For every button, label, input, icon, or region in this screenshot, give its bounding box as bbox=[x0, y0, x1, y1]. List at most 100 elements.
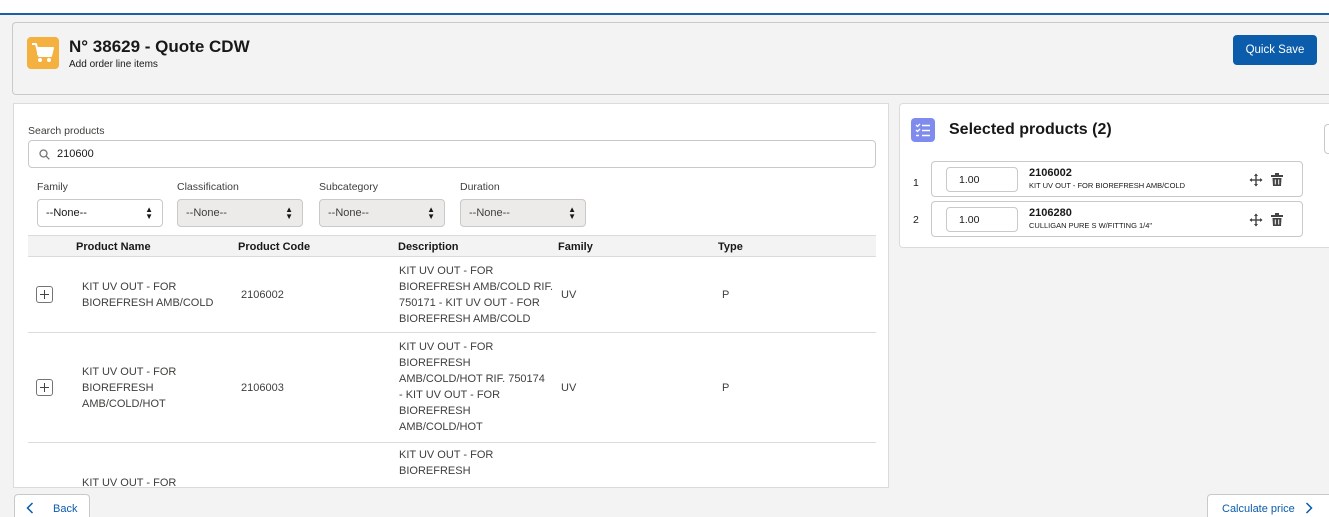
column-header[interactable]: Product Name bbox=[76, 241, 151, 253]
quantity-input[interactable]: 1.00 bbox=[946, 207, 1018, 232]
add-product-button[interactable] bbox=[36, 379, 53, 396]
top-bar bbox=[0, 0, 1329, 15]
shopping-cart-icon bbox=[27, 37, 59, 69]
chevron-left-icon bbox=[26, 502, 34, 514]
text-line: 750171 - KIT UV OUT - FOR bbox=[399, 297, 540, 309]
filter-label: Family bbox=[37, 181, 68, 193]
column-header[interactable]: Type bbox=[718, 241, 743, 253]
trash-icon[interactable] bbox=[1271, 213, 1283, 226]
add-product-button[interactable] bbox=[36, 286, 53, 303]
quantity-input[interactable]: 1.00 bbox=[946, 167, 1018, 192]
family-select[interactable]: --None-- ▲ ▼ bbox=[37, 199, 163, 227]
panel-collapse-handle[interactable] bbox=[1324, 124, 1329, 154]
column-header[interactable]: Product Code bbox=[238, 241, 310, 253]
text-line: KIT UV OUT - FOR bbox=[399, 265, 494, 277]
duration-select[interactable]: --None-- ▲ ▼ bbox=[460, 199, 586, 227]
products-table: Product Name Product Code Description Fa… bbox=[28, 235, 876, 488]
text-line: BIOREFRESH AMB/COLD bbox=[399, 313, 531, 325]
quantity-value: 1.00 bbox=[959, 214, 980, 226]
search-input[interactable]: 210600 bbox=[28, 140, 876, 168]
text-line: KIT UV OUT - FOR bbox=[82, 281, 177, 293]
table-header: Product Name Product Code Description Fa… bbox=[28, 235, 876, 257]
selected-product-code: 2106280 bbox=[1029, 207, 1072, 219]
product-type: P bbox=[722, 382, 730, 394]
text-line: BIOREFRESH AMB/COLD bbox=[82, 297, 214, 309]
filter-classification: Classification --None-- ▲ ▼ bbox=[177, 181, 303, 227]
chevron-right-icon bbox=[1305, 502, 1313, 514]
calculate-price-label: Calculate price bbox=[1222, 503, 1295, 515]
move-icon[interactable] bbox=[1249, 213, 1263, 227]
product-type: P bbox=[722, 289, 730, 301]
back-label: Back bbox=[53, 503, 78, 515]
trash-icon[interactable] bbox=[1271, 173, 1283, 186]
search-value: 210600 bbox=[57, 148, 94, 160]
filter-label: Subcategory bbox=[319, 181, 378, 193]
footer-bar: Back Calculate price bbox=[0, 488, 1329, 517]
line-number: 1 bbox=[913, 177, 919, 189]
filter-subcategory: Subcategory --None-- ▲ ▼ bbox=[319, 181, 445, 227]
select-value: --None-- bbox=[328, 207, 369, 219]
selected-product-description: CULLIGAN PURE S W/FITTING 1/4" bbox=[1029, 221, 1153, 230]
line-number: 2 bbox=[913, 214, 919, 226]
selected-product-item: 1.00 2106002 KIT UV OUT - FOR BIOREFRESH… bbox=[931, 161, 1303, 197]
text-line: BIOREFRESH bbox=[399, 465, 471, 477]
page-subtitle: Add order line items bbox=[69, 59, 158, 70]
selected-product-item: 1.00 2106280 CULLIGAN PURE S W/FITTING 1… bbox=[931, 201, 1303, 237]
text-line: BIOREFRESH bbox=[82, 382, 154, 394]
search-icon bbox=[39, 149, 50, 160]
product-family: UV bbox=[561, 289, 577, 301]
select-arrows-icon: ▲ ▼ bbox=[427, 205, 435, 221]
column-header[interactable]: Family bbox=[558, 241, 593, 253]
text-line: - KIT UV OUT - FOR bbox=[399, 389, 501, 401]
select-value: --None-- bbox=[469, 207, 510, 219]
product-family: UV bbox=[561, 382, 577, 394]
filter-label: Duration bbox=[460, 181, 500, 193]
product-description: KIT UV OUT - FOR BIOREFRESH AMB/COLD RIF… bbox=[399, 263, 553, 327]
selected-products-panel: Selected products (2) 1 1.00 2106002 KIT… bbox=[899, 103, 1329, 248]
quick-save-button[interactable]: Quick Save bbox=[1233, 35, 1317, 65]
text-line: KIT UV OUT - FOR bbox=[82, 366, 177, 378]
back-button[interactable]: Back bbox=[14, 494, 90, 517]
table-row: KIT UV OUT - FOR BIOREFRESH AMB/COLD/HOT… bbox=[28, 333, 876, 443]
filter-family: Family --None-- ▲ ▼ bbox=[37, 181, 163, 227]
text-line: KIT UV OUT - FOR bbox=[399, 341, 494, 353]
selected-product-code: 2106002 bbox=[1029, 167, 1072, 179]
text-line: AMB/COLD/HOT RIF. 750174 bbox=[399, 373, 545, 385]
selected-products-title: Selected products (2) bbox=[949, 121, 1112, 138]
product-name: KIT UV OUT - FOR BIOREFRESH AMB/COLD/HOT bbox=[82, 364, 176, 412]
filter-duration: Duration --None-- ▲ ▼ bbox=[460, 181, 586, 227]
quantity-value: 1.00 bbox=[959, 174, 980, 186]
select-arrows-icon: ▲ ▼ bbox=[568, 205, 576, 221]
product-description: KIT UV OUT - FOR BIOREFRESH bbox=[399, 447, 493, 479]
search-label: Search products bbox=[28, 125, 105, 137]
page-title: N° 38629 - Quote CDW bbox=[69, 37, 250, 56]
text-line: AMB/COLD/HOT bbox=[399, 421, 483, 433]
text-line: BIOREFRESH bbox=[399, 405, 471, 417]
text-line: AMB/COLD/HOT bbox=[82, 398, 166, 410]
text-line: BIOREFRESH bbox=[399, 357, 471, 369]
move-icon[interactable] bbox=[1249, 173, 1263, 187]
select-value: --None-- bbox=[186, 207, 227, 219]
product-code: 2106003 bbox=[241, 382, 284, 394]
column-header[interactable]: Description bbox=[398, 241, 459, 253]
product-name: KIT UV OUT - FOR bbox=[82, 475, 177, 488]
text-line: KIT UV OUT - FOR bbox=[399, 449, 494, 461]
classification-select[interactable]: --None-- ▲ ▼ bbox=[177, 199, 303, 227]
page-header: N° 38629 - Quote CDW Add order line item… bbox=[12, 22, 1329, 95]
select-arrows-icon: ▲ ▼ bbox=[145, 205, 153, 221]
text-line: BIOREFRESH AMB/COLD RIF. bbox=[399, 281, 554, 293]
table-row: KIT UV OUT - FOR KIT UV OUT - FOR BIOREF… bbox=[28, 443, 876, 488]
select-arrows-icon: ▲ ▼ bbox=[285, 205, 293, 221]
selected-product-description: KIT UV OUT - FOR BIOREFRESH AMB/COLD bbox=[1029, 181, 1185, 190]
checklist-icon bbox=[911, 118, 935, 142]
text-line: KIT UV OUT - FOR bbox=[82, 477, 177, 488]
table-row: KIT UV OUT - FOR BIOREFRESH AMB/COLD 210… bbox=[28, 257, 876, 333]
product-description: KIT UV OUT - FOR BIOREFRESH AMB/COLD/HOT… bbox=[399, 339, 545, 435]
product-search-panel: Search products 210600 Family --None-- ▲… bbox=[13, 103, 889, 488]
product-code: 2106002 bbox=[241, 289, 284, 301]
filter-label: Classification bbox=[177, 181, 239, 193]
select-value: --None-- bbox=[46, 207, 87, 219]
subcategory-select[interactable]: --None-- ▲ ▼ bbox=[319, 199, 445, 227]
calculate-price-button[interactable]: Calculate price bbox=[1207, 494, 1329, 517]
product-name: KIT UV OUT - FOR BIOREFRESH AMB/COLD bbox=[82, 279, 213, 311]
